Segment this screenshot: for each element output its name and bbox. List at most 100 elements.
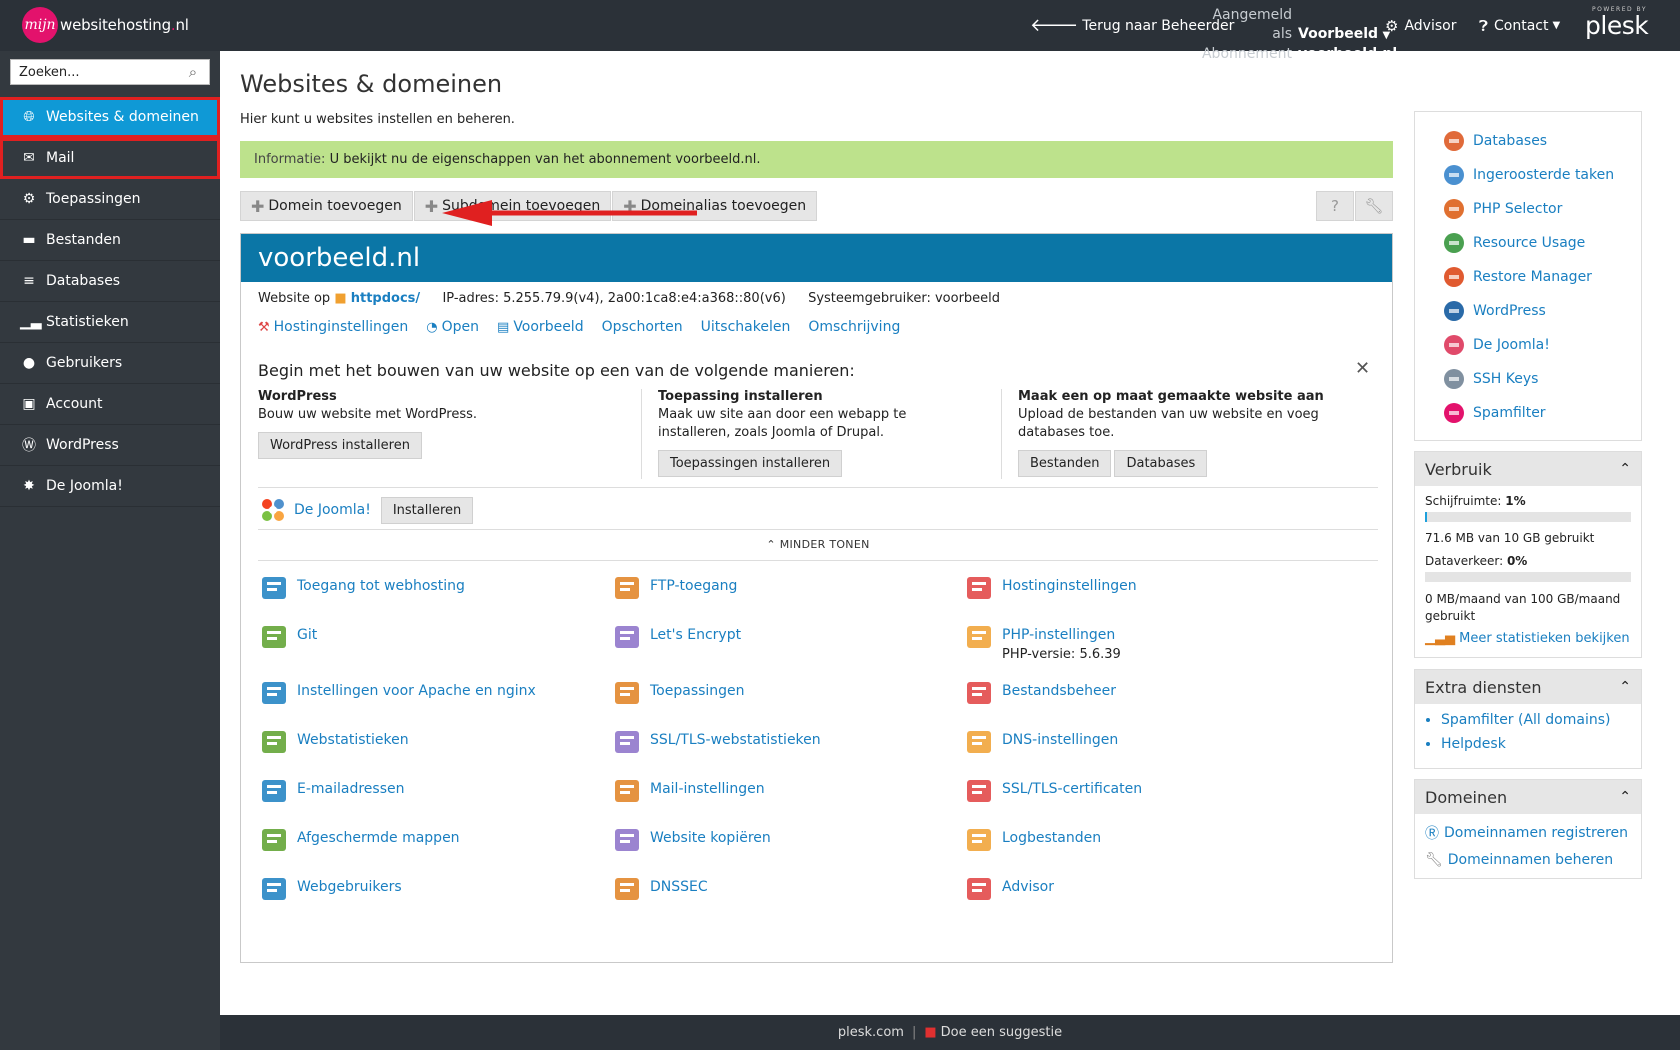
tool-applications[interactable]: Toepassingen (611, 676, 745, 710)
web-stats-icon (262, 731, 286, 753)
manage-domains-link[interactable]: 🔧︎ Domeinnamen beheren (1415, 852, 1641, 868)
install-wordpress-button[interactable]: WordPress installeren (258, 432, 422, 459)
tool-ftp[interactable]: FTP-toegang (611, 571, 737, 605)
suggestion-icon: ■ (924, 1025, 937, 1040)
tools-icon: ⚒ (258, 319, 270, 335)
tool-advisor-owl[interactable]: Advisor (963, 872, 1054, 906)
tool-copy-website[interactable]: Website kopiëren (611, 823, 771, 857)
tool-git[interactable]: Git (258, 620, 317, 654)
sidebar-item-files[interactable]: ▬ Bestanden (0, 220, 220, 261)
annotation-arrow-icon (442, 200, 697, 226)
email-icon (262, 780, 286, 802)
add-domain-button[interactable]: ✚ Domein toevoegen (240, 191, 413, 221)
quick-link-spamfilter[interactable]: Spamfilter (1415, 396, 1641, 430)
main-content: Websites & domeinen Hier kunt u websites… (220, 51, 1680, 1015)
hosting-settings-link[interactable]: ⚒ Hostinginstellingen (258, 319, 408, 335)
id-card-icon: ▣ (22, 396, 36, 412)
sidebar-item-websites-domains[interactable]: 🌐︎ Websites & domeinen (0, 97, 220, 138)
logged-in-user[interactable]: Voorbeeld (1298, 26, 1378, 42)
description-link[interactable]: Omschrijving (808, 319, 900, 335)
advisor-owl-icon (967, 878, 991, 900)
sidebar-item-users[interactable]: ● Gebruikers (0, 343, 220, 384)
help-icon[interactable]: ? (1316, 191, 1354, 221)
extra-services-header[interactable]: Extra diensten ⌃ (1415, 670, 1641, 704)
sidebar-item-account[interactable]: ▣ Account (0, 384, 220, 425)
logo-text: websitehosting.nl (60, 16, 189, 34)
advisor-link[interactable]: ⚙ Advisor (1385, 0, 1456, 51)
chevron-up-icon: ⌃ (766, 538, 776, 551)
ssh-keys-icon (1444, 369, 1464, 389)
joomla-row: De Joomla! Installeren (258, 487, 1378, 525)
suggestion-link[interactable]: Doe een suggestie (941, 1025, 1062, 1040)
tool-certificate[interactable]: SSL/TLS-certificaten (963, 774, 1142, 808)
database-icon: ≡ (23, 273, 35, 289)
search-icon[interactable]: ⌕ (181, 63, 205, 81)
domains-box-header[interactable]: Domeinen ⌃ (1415, 780, 1641, 814)
tool-web-users[interactable]: Webgebruikers (258, 872, 402, 906)
plesk-com-link[interactable]: plesk.com (838, 1025, 904, 1040)
tool-hosting-settings[interactable]: Hostinginstellingen (963, 571, 1137, 605)
php-icon (967, 626, 991, 648)
more-stats-link[interactable]: Meer statistieken bekijken (1459, 631, 1629, 646)
sidebar-item-statistics[interactable]: ▁▃ Statistieken (0, 302, 220, 343)
start-building-title: Begin met het bouwen van uw website op e… (258, 361, 855, 380)
wrench-icon[interactable]: 🔧︎ (1355, 191, 1393, 221)
sidebar-item-databases[interactable]: ≡ Databases (0, 261, 220, 302)
tool-lets-encrypt[interactable]: Let's Encrypt (611, 620, 741, 654)
quick-link-resource-usage[interactable]: Resource Usage (1415, 226, 1641, 260)
usage-box-header[interactable]: Verbruik ⌃ (1415, 452, 1641, 486)
tool-dns[interactable]: DNS-instellingen (963, 725, 1118, 759)
quick-link-restore-manager[interactable]: Restore Manager (1415, 260, 1641, 294)
wordpress-icon (1444, 301, 1464, 321)
install-apps-button[interactable]: Toepassingen installeren (658, 450, 843, 477)
tool-protected-folder[interactable]: Afgeschermde mappen (258, 823, 460, 857)
stats-icon: ▁▃▅ (1425, 631, 1455, 646)
tool-mail-settings[interactable]: Mail-instellingen (611, 774, 765, 808)
sidebar-item-mail[interactable]: ✉ Mail (0, 138, 220, 179)
quick-link-ssh-keys[interactable]: SSH Keys (1415, 362, 1641, 396)
shield-gear-icon: ⚙ (1385, 16, 1399, 35)
joomla-link[interactable]: De Joomla! (294, 502, 371, 518)
logo-badge: mijn (22, 7, 58, 43)
quick-link-php-selector[interactable]: PHP Selector (1415, 192, 1641, 226)
quick-link-wordpress[interactable]: WordPress (1415, 294, 1641, 328)
search-input[interactable] (11, 61, 181, 83)
disable-link[interactable]: Uitschakelen (701, 319, 791, 335)
tool-webhosting-access[interactable]: Toegang tot webhosting (258, 571, 465, 605)
caret-down-icon: ▼ (1552, 20, 1561, 31)
quick-link-joomla[interactable]: De Joomla! (1415, 328, 1641, 362)
tool-apache-nginx[interactable]: Instellingen voor Apache en nginx (258, 676, 536, 710)
sidebar-item-applications[interactable]: ⚙ Toepassingen (0, 179, 220, 220)
start-option-custom: Maak een op maat gemaakte website aan Up… (1001, 389, 1351, 479)
joomla-install-button[interactable]: Installeren (380, 496, 474, 524)
registered-icon: Ⓡ (1425, 826, 1439, 842)
tool-web-stats[interactable]: Webstatistieken (258, 725, 409, 759)
brand-logo[interactable]: mijn websitehosting.nl (22, 7, 189, 43)
docroot-link[interactable]: httpdocs/ (351, 291, 420, 306)
tool-file-manager[interactable]: Bestandsbeheer (963, 676, 1116, 710)
close-icon[interactable]: ✕ (1355, 358, 1370, 379)
suspend-link[interactable]: Opschorten (602, 319, 683, 335)
show-less-toggle[interactable]: ⌃ MINDER TONEN (258, 529, 1378, 561)
quick-link-databases[interactable]: Databases (1415, 124, 1641, 158)
open-link[interactable]: ◔ Open (426, 319, 479, 335)
resource-usage-icon (1444, 233, 1464, 253)
tool-php[interactable]: PHP-instellingen PHP-versie: 5.6.39 (963, 620, 1121, 662)
databases-button[interactable]: Databases (1114, 450, 1208, 477)
preview-link[interactable]: ▤ Voorbeeld (497, 319, 584, 335)
contact-menu[interactable]: ❓︎ Contact ▼ (1479, 0, 1560, 51)
quick-link-scheduled-tasks[interactable]: Ingeroosterde taken (1415, 158, 1641, 192)
tool-dnssec[interactable]: DNSSEC (611, 872, 708, 906)
certificate-icon (967, 780, 991, 802)
spamfilter-link[interactable]: Spamfilter (All domains) (1441, 712, 1641, 728)
tool-email[interactable]: E-mailadressen (258, 774, 405, 808)
helpdesk-link[interactable]: Helpdesk (1441, 736, 1641, 752)
sidebar-item-joomla[interactable]: ✸ De Joomla! (0, 466, 220, 507)
help-circle-icon: ❓︎ (1479, 16, 1489, 35)
tool-ssl-stats[interactable]: SSL/TLS-webstatistieken (611, 725, 821, 759)
sidebar-item-wordpress[interactable]: Ⓦ WordPress (0, 425, 220, 466)
register-domains-link[interactable]: Ⓡ Domeinnamen registreren (1415, 823, 1641, 843)
files-button[interactable]: Bestanden (1018, 450, 1112, 477)
globe-icon: 🌐︎ (23, 109, 35, 125)
tool-log-files[interactable]: Logbestanden (963, 823, 1101, 857)
